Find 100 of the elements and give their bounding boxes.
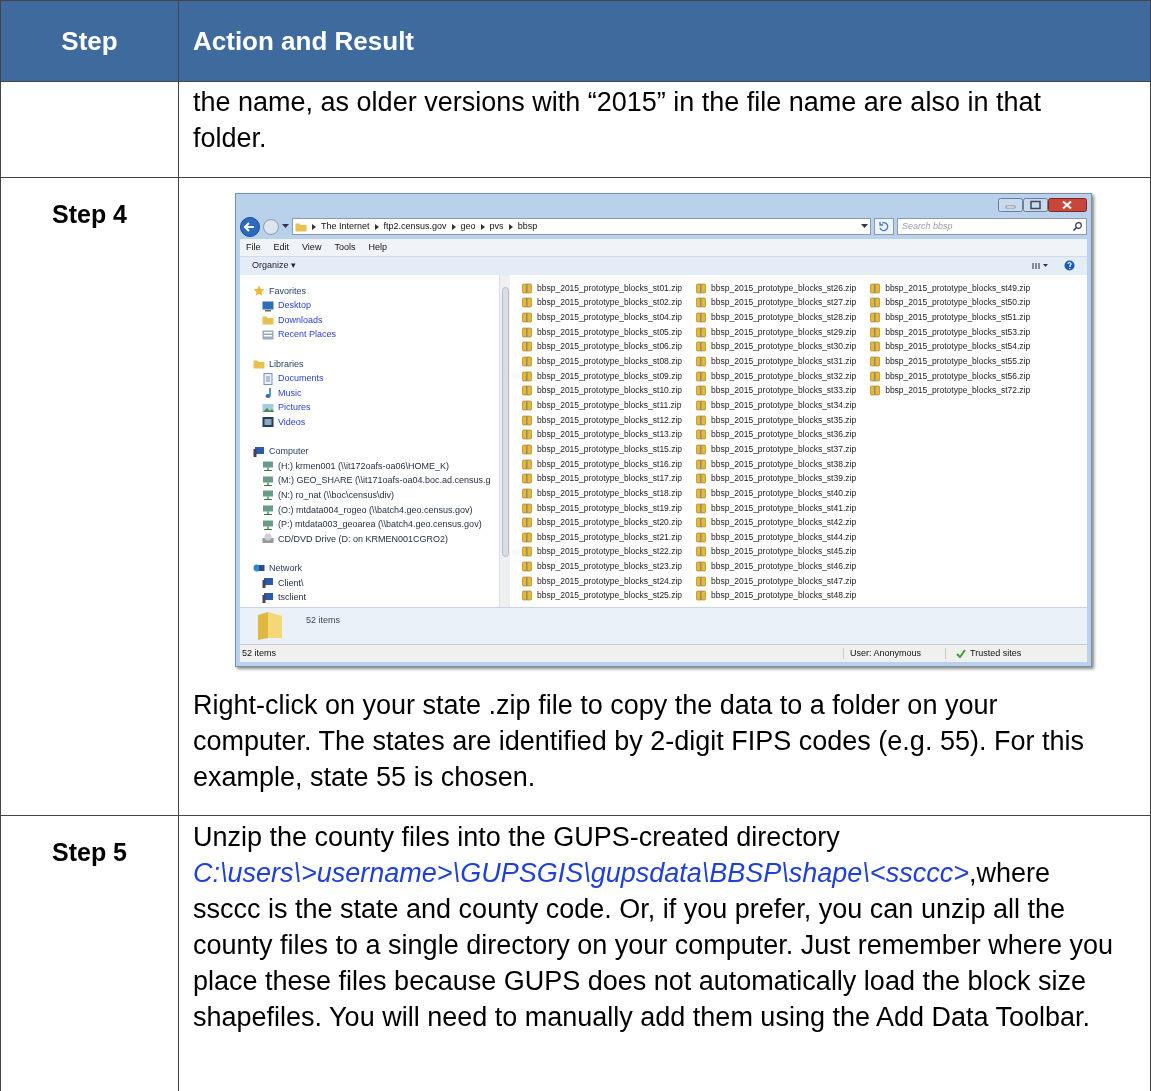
- file-item[interactable]: bbsp_2015_prototype_blocks_st09.zip: [522, 368, 683, 384]
- file-item[interactable]: bbsp_2015_prototype_blocks_st32.zip: [696, 368, 857, 384]
- file-item[interactable]: bbsp_2015_prototype_blocks_st26.zip: [696, 280, 857, 296]
- film-icon: [262, 416, 274, 429]
- file-item[interactable]: bbsp_2015_prototype_blocks_st17.zip: [522, 471, 683, 487]
- file-item[interactable]: bbsp_2015_prototype_blocks_st05.zip: [522, 324, 683, 340]
- nav-item[interactable]: Downloads: [253, 313, 499, 328]
- file-item[interactable]: bbsp_2015_prototype_blocks_st39.zip: [696, 471, 857, 487]
- view-options-icon[interactable]: [1032, 261, 1048, 270]
- file-item[interactable]: bbsp_2015_prototype_blocks_st02.zip: [522, 295, 683, 311]
- file-item[interactable]: bbsp_2015_prototype_blocks_st24.zip: [522, 573, 683, 589]
- file-item[interactable]: bbsp_2015_prototype_blocks_st38.zip: [696, 456, 857, 472]
- close-button[interactable]: [1048, 198, 1087, 212]
- file-item[interactable]: bbsp_2015_prototype_blocks_st22.zip: [522, 544, 683, 560]
- menu-item[interactable]: Edit: [273, 241, 290, 253]
- file-item[interactable]: bbsp_2015_prototype_blocks_st06.zip: [522, 339, 683, 355]
- nav-item[interactable]: Desktop: [253, 298, 499, 314]
- zip-file-icon: [696, 502, 708, 514]
- file-item[interactable]: bbsp_2015_prototype_blocks_st29.zip: [696, 324, 857, 340]
- breadcrumb-item[interactable]: bbsp: [517, 221, 538, 233]
- file-item[interactable]: bbsp_2015_prototype_blocks_st36.zip: [696, 427, 857, 443]
- nav-item[interactable]: Documents: [253, 371, 499, 386]
- file-item[interactable]: bbsp_2015_prototype_blocks_st55.zip: [870, 354, 1031, 369]
- search-field[interactable]: Search bbsp: [897, 218, 1087, 236]
- nav-group[interactable]: Libraries: [253, 356, 499, 372]
- zip-file-icon: [696, 590, 708, 602]
- nav-item[interactable]: CD/DVD Drive (D: on KRMEN001CGRO2): [253, 531, 499, 547]
- nav-item[interactable]: Pictures: [253, 400, 499, 416]
- file-item[interactable]: bbsp_2015_prototype_blocks_st53.zip: [870, 324, 1031, 340]
- file-item[interactable]: bbsp_2015_prototype_blocks_st19.zip: [522, 500, 683, 516]
- file-item[interactable]: bbsp_2015_prototype_blocks_st30.zip: [696, 339, 857, 355]
- file-item[interactable]: bbsp_2015_prototype_blocks_st35.zip: [696, 412, 857, 428]
- file-item[interactable]: bbsp_2015_prototype_blocks_st27.zip: [696, 295, 857, 311]
- file-item[interactable]: bbsp_2015_prototype_blocks_st10.zip: [522, 383, 683, 399]
- file-item[interactable]: bbsp_2015_prototype_blocks_st48.zip: [696, 588, 857, 604]
- file-item[interactable]: bbsp_2015_prototype_blocks_st72.zip: [870, 383, 1031, 399]
- file-item[interactable]: bbsp_2015_prototype_blocks_st12.zip: [522, 412, 683, 428]
- address-bar[interactable]: The Internet ftp2.census.gov geo pvs bbsp: [292, 218, 871, 236]
- minimize-button[interactable]: [998, 198, 1023, 212]
- file-item[interactable]: bbsp_2015_prototype_blocks_st28.zip: [696, 310, 857, 325]
- breadcrumb-item[interactable]: pvs: [489, 221, 504, 233]
- file-item[interactable]: bbsp_2015_prototype_blocks_st37.zip: [696, 442, 857, 457]
- file-item[interactable]: bbsp_2015_prototype_blocks_st34.zip: [696, 398, 857, 413]
- file-item[interactable]: bbsp_2015_prototype_blocks_st15.zip: [522, 442, 683, 457]
- breadcrumb-item[interactable]: The Internet: [321, 221, 370, 233]
- file-item[interactable]: bbsp_2015_prototype_blocks_st46.zip: [696, 559, 857, 574]
- zip-file-icon: [522, 355, 533, 367]
- nav-item[interactable]: Client\: [253, 575, 499, 591]
- file-item[interactable]: bbsp_2015_prototype_blocks_st13.zip: [522, 427, 683, 443]
- search-input[interactable]: Search bbsp: [902, 221, 1073, 233]
- file-item[interactable]: bbsp_2015_prototype_blocks_st40.zip: [696, 486, 857, 501]
- breadcrumb-item[interactable]: ftp2.census.gov: [383, 221, 447, 233]
- nav-item[interactable]: (H:) krmen001 (\\it172oafs-oa06\HOME_K): [253, 458, 499, 474]
- file-item[interactable]: bbsp_2015_prototype_blocks_st11.zip: [522, 398, 683, 413]
- file-item[interactable]: bbsp_2015_prototype_blocks_st33.zip: [696, 383, 857, 399]
- file-item[interactable]: bbsp_2015_prototype_blocks_st23.zip: [522, 559, 683, 574]
- file-item[interactable]: bbsp_2015_prototype_blocks_st50.zip: [870, 295, 1031, 311]
- nav-item[interactable]: Recent Places: [253, 327, 499, 343]
- file-item[interactable]: bbsp_2015_prototype_blocks_st49.zip: [870, 280, 1031, 296]
- computer-icon: [262, 591, 274, 604]
- file-item[interactable]: bbsp_2015_prototype_blocks_st01.zip: [522, 280, 683, 296]
- refresh-button[interactable]: [874, 218, 894, 236]
- nav-item[interactable]: Music: [253, 386, 499, 401]
- nav-group[interactable]: Computer: [253, 444, 499, 459]
- menu-item[interactable]: File: [246, 241, 261, 253]
- file-item[interactable]: bbsp_2015_prototype_blocks_st47.zip: [696, 573, 857, 589]
- zip-file-icon: [522, 546, 533, 558]
- file-item[interactable]: bbsp_2015_prototype_blocks_st45.zip: [696, 544, 857, 560]
- menu-item[interactable]: Tools: [334, 241, 356, 253]
- file-item[interactable]: bbsp_2015_prototype_blocks_st08.zip: [522, 354, 683, 369]
- file-item[interactable]: bbsp_2015_prototype_blocks_st21.zip: [522, 530, 683, 545]
- help-icon[interactable]: [1064, 260, 1075, 272]
- nav-item[interactable]: (P:) mtdata003_geoarea (\\batch4.geo.census.gov): [253, 517, 499, 532]
- file-item[interactable]: bbsp_2015_prototype_blocks_st54.zip: [870, 339, 1031, 355]
- nav-item[interactable]: (M:) GEO_SHARE (\\it171oafs-oa04.boc.ad.census.g: [253, 473, 499, 489]
- file-item[interactable]: bbsp_2015_prototype_blocks_st42.zip: [696, 515, 857, 530]
- file-item[interactable]: bbsp_2015_prototype_blocks_st16.zip: [522, 456, 683, 472]
- file-item[interactable]: bbsp_2015_prototype_blocks_st31.zip: [696, 354, 857, 369]
- menu-item[interactable]: View: [302, 241, 322, 253]
- file-item[interactable]: bbsp_2015_prototype_blocks_st44.zip: [696, 530, 857, 545]
- nav-item[interactable]: (O:) mtdata004_rogeo (\\batch4.geo.census.gov): [253, 502, 499, 518]
- file-item[interactable]: bbsp_2015_prototype_blocks_st41.zip: [696, 500, 857, 516]
- file-item[interactable]: bbsp_2015_prototype_blocks_st20.zip: [522, 515, 683, 530]
- menu-item[interactable]: Help: [368, 241, 387, 253]
- back-button[interactable]: [240, 216, 260, 237]
- file-item[interactable]: bbsp_2015_prototype_blocks_st56.zip: [870, 368, 1031, 384]
- breadcrumb-item[interactable]: geo: [460, 221, 476, 233]
- nav-group[interactable]: Network: [253, 561, 499, 576]
- nav-item[interactable]: (N:) ro_nat (\\boc\census\div): [253, 488, 499, 503]
- organize-menu[interactable]: Organize ▾: [252, 260, 297, 272]
- maximize-button[interactable]: [1023, 198, 1048, 212]
- zip-file-icon: [696, 414, 708, 426]
- file-item[interactable]: bbsp_2015_prototype_blocks_st18.zip: [522, 486, 683, 501]
- nav-group[interactable]: Favorites: [253, 283, 499, 299]
- nav-item[interactable]: Videos: [253, 415, 499, 430]
- file-item[interactable]: bbsp_2015_prototype_blocks_st51.zip: [870, 310, 1031, 325]
- network-drive-icon: [262, 504, 274, 517]
- file-item[interactable]: bbsp_2015_prototype_blocks_st25.zip: [522, 588, 683, 604]
- file-item[interactable]: bbsp_2015_prototype_blocks_st04.zip: [522, 310, 683, 325]
- nav-item[interactable]: tsclient: [253, 590, 499, 605]
